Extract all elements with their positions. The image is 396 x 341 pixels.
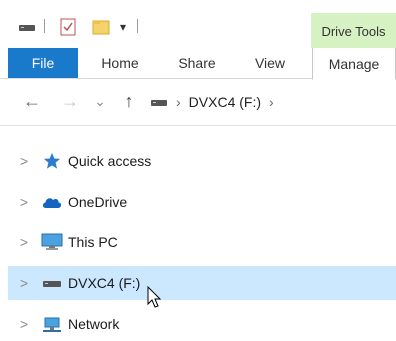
back-button[interactable]: ← [20, 91, 44, 111]
up-arrow-icon: ↑ [124, 90, 134, 111]
star-icon [40, 151, 64, 171]
address-path[interactable]: › DVXC4 (F:) › [150, 91, 274, 113]
tab-home[interactable]: Home [90, 48, 150, 78]
expand-icon[interactable]: > [14, 234, 34, 250]
breadcrumb-chevron[interactable]: › [269, 94, 274, 110]
tree-item-this-pc[interactable]: > This PC [8, 225, 396, 259]
breadcrumb-separator: › [176, 94, 181, 110]
toolbar-separator [44, 19, 45, 33]
forward-button[interactable]: → [58, 91, 82, 111]
tree-item-onedrive[interactable]: > OneDrive [8, 185, 396, 219]
tree-item-label: Network [68, 316, 120, 332]
quick-access-toolbar: ▾ Drive Tools [0, 0, 396, 49]
chevron-down-icon: ⌄ [94, 92, 106, 109]
tab-view-label: View [254, 55, 286, 71]
breadcrumb-item[interactable]: DVXC4 (F:) [189, 94, 261, 110]
recent-locations-button[interactable]: ⌄ [92, 91, 108, 111]
tab-file-label: File [31, 55, 55, 71]
back-arrow-icon: ← [23, 90, 41, 111]
tab-share[interactable]: Share [168, 48, 226, 78]
toolbar-separator [137, 19, 138, 33]
monitor-icon [40, 232, 64, 252]
tree-item-label: OneDrive [68, 194, 128, 210]
tree-item-network[interactable]: > Network [8, 307, 396, 341]
tab-file[interactable]: File [8, 48, 78, 78]
tree-item-quick-access[interactable]: > Quick access [8, 144, 396, 178]
tree-item-label: This PC [68, 234, 118, 250]
drive-tools-label: Drive Tools [321, 23, 386, 39]
expand-icon[interactable]: > [14, 316, 34, 332]
expand-icon[interactable]: > [14, 194, 34, 210]
tab-share-label: Share [178, 55, 216, 71]
properties-icon[interactable] [60, 18, 76, 36]
tree-item-label: Quick access [68, 153, 152, 169]
up-button[interactable]: ↑ [118, 91, 140, 111]
forward-arrow-icon: → [61, 90, 79, 111]
contextual-tab-drive-tools: Drive Tools [311, 13, 396, 49]
drive-icon[interactable] [18, 18, 36, 36]
drive-icon [40, 273, 64, 293]
tree-item-dvxc4-drive[interactable]: > DVXC4 (F:) [8, 266, 396, 300]
navigation-bar: ← → ⌄ ↑ › DVXC4 (F:) › [0, 79, 396, 126]
expand-icon[interactable]: > [14, 275, 34, 291]
tree-item-label: DVXC4 (F:) [68, 275, 141, 291]
ribbon-tabs: File Home Share View Manage [0, 48, 396, 80]
expand-icon[interactable]: > [14, 153, 34, 169]
cloud-icon [40, 192, 64, 212]
network-icon [40, 314, 64, 334]
new-folder-icon[interactable] [92, 18, 110, 36]
tab-manage[interactable]: Manage [312, 48, 396, 80]
customize-glyph: ▾ [120, 20, 127, 34]
tab-view[interactable]: View [244, 48, 296, 78]
tab-home-label: Home [101, 55, 139, 71]
tab-manage-label: Manage [328, 55, 380, 72]
customize-dropdown-icon[interactable]: ▾ [120, 18, 126, 36]
drive-icon [150, 96, 168, 108]
mouse-cursor-icon [147, 285, 163, 310]
